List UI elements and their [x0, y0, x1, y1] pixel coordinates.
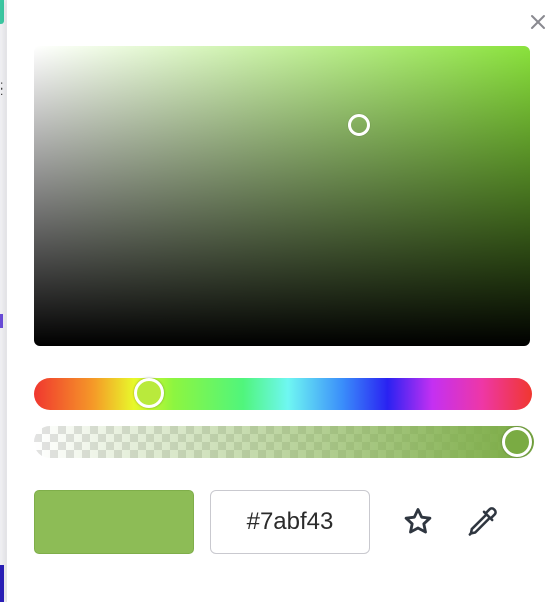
alpha-slider[interactable] — [34, 426, 534, 458]
background-accent-bottom — [0, 565, 4, 602]
eyedropper-icon — [468, 507, 497, 536]
close-button[interactable] — [526, 10, 550, 34]
background-accent-mid — [0, 314, 3, 328]
hex-input[interactable] — [210, 490, 370, 554]
saturation-value-area[interactable] — [34, 46, 530, 346]
hue-slider-handle[interactable] — [134, 378, 164, 408]
eyedropper-button[interactable] — [464, 504, 500, 540]
color-preview-swatch — [34, 490, 194, 554]
background-accent-top — [0, 0, 4, 24]
star-icon — [404, 508, 432, 534]
favorite-button[interactable] — [400, 504, 436, 540]
background-dots: :: — [0, 78, 4, 98]
saturation-value-handle[interactable] — [348, 114, 370, 136]
hue-slider[interactable] — [34, 378, 532, 410]
alpha-gradient — [34, 426, 534, 458]
alpha-slider-handle[interactable] — [502, 427, 532, 457]
close-icon — [531, 15, 545, 29]
